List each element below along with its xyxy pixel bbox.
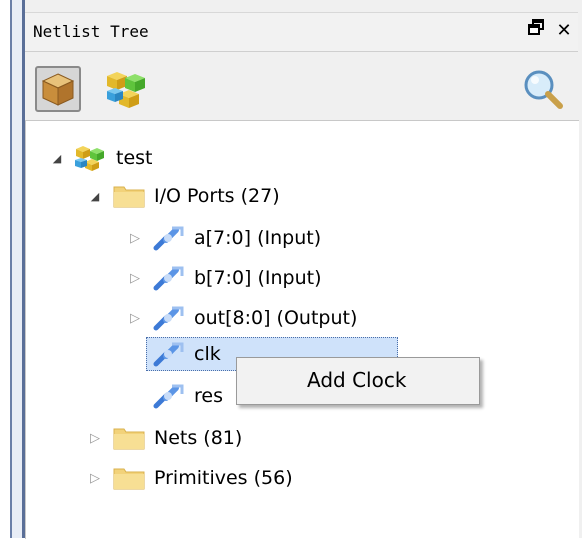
tree-node-label: test xyxy=(116,147,153,169)
netlist-tree-panel: Netlist Tree ✕ ◢ test ◢ I/O Ports (27) ▷… xyxy=(25,0,582,539)
context-menu-add-clock[interactable]: Add Clock xyxy=(243,362,469,398)
tree-node-label: clk xyxy=(194,343,221,365)
collapsed-arrow-icon[interactable]: ▷ xyxy=(126,229,144,247)
hierarchy-cubes-icon xyxy=(107,72,145,108)
tree-node-primitives[interactable]: ▷ Primitives (56) xyxy=(86,461,293,495)
tree-node-port[interactable]: res xyxy=(152,379,223,413)
window-border xyxy=(12,0,22,538)
tree-node-label: a[7:0] (Input) xyxy=(194,227,322,249)
search-icon xyxy=(524,70,563,109)
expanded-arrow-icon[interactable]: ◢ xyxy=(48,149,66,167)
cube-view-icon xyxy=(41,73,75,106)
tree-node-port-selected[interactable]: clk xyxy=(152,337,221,371)
tree-node-port[interactable]: ▷ out[8:0] (Output) xyxy=(126,301,357,335)
restore-icon[interactable] xyxy=(525,18,547,44)
folder-icon xyxy=(113,468,145,490)
window-border-line xyxy=(10,0,12,538)
port-icon xyxy=(153,384,184,409)
expanded-arrow-icon[interactable]: ◢ xyxy=(86,187,104,205)
search-button[interactable] xyxy=(520,66,566,112)
collapsed-arrow-icon[interactable]: ▷ xyxy=(86,429,104,447)
tree-node-label: Nets (81) xyxy=(154,427,243,449)
panel-title: Netlist Tree xyxy=(33,22,149,41)
cube-view-button[interactable] xyxy=(35,66,81,112)
tree-node-label: res xyxy=(194,385,223,407)
context-menu: Add Clock xyxy=(236,357,480,405)
hierarchy-button[interactable] xyxy=(105,66,151,112)
tree-node-label: Primitives (56) xyxy=(154,467,293,489)
collapsed-arrow-icon[interactable]: ▷ xyxy=(126,309,144,327)
tree-node-io-ports[interactable]: ◢ I/O Ports (27) xyxy=(86,179,280,213)
tree-node-nets[interactable]: ▷ Nets (81) xyxy=(86,421,242,455)
collapsed-arrow-icon[interactable]: ▷ xyxy=(126,269,144,287)
tree-node-label: I/O Ports (27) xyxy=(154,185,280,207)
tree-node-port[interactable]: ▷ a[7:0] (Input) xyxy=(126,221,321,255)
port-icon xyxy=(153,226,184,251)
panel-titlebar: Netlist Tree ✕ xyxy=(25,12,578,52)
window-edge xyxy=(0,0,6,538)
close-icon[interactable]: ✕ xyxy=(553,18,575,44)
hierarchy-cubes-icon xyxy=(75,146,104,171)
netlist-tree[interactable]: ◢ test ◢ I/O Ports (27) ▷ a[7:0] (Input)… xyxy=(25,120,579,539)
port-icon xyxy=(153,306,184,331)
tree-node-label: out[8:0] (Output) xyxy=(194,307,358,329)
folder-icon xyxy=(113,428,145,450)
folder-icon xyxy=(113,186,145,208)
port-icon xyxy=(153,266,184,291)
toolbar xyxy=(25,52,578,118)
port-icon xyxy=(153,342,184,367)
tree-node-port[interactable]: ▷ b[7:0] (Input) xyxy=(126,261,322,295)
collapsed-arrow-icon[interactable]: ▷ xyxy=(86,469,104,487)
tree-node-root[interactable]: ◢ test xyxy=(48,141,153,175)
tree-node-label: b[7:0] (Input) xyxy=(194,267,322,289)
